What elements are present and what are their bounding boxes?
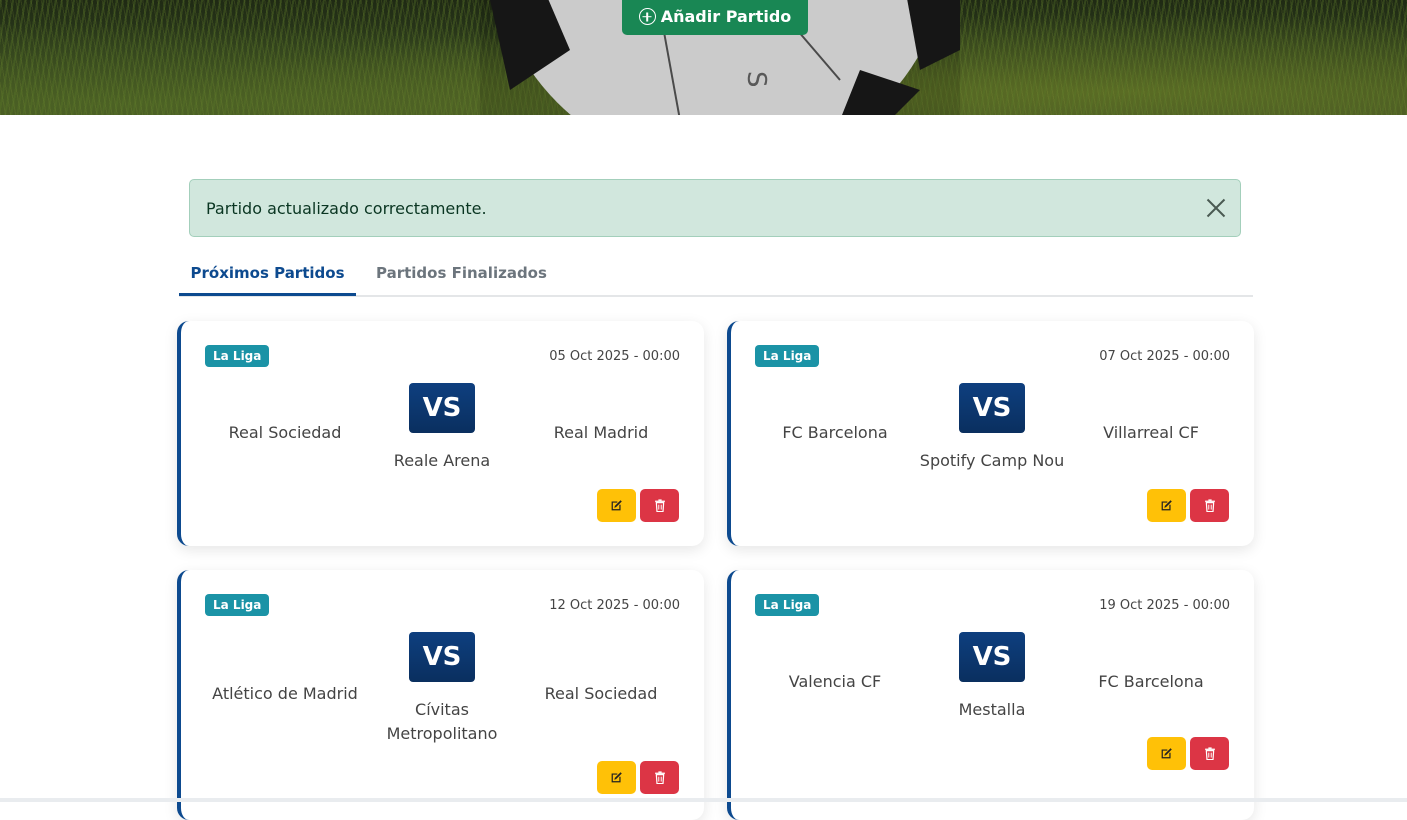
trash-icon xyxy=(1204,499,1215,512)
match-card: La Liga 07 Oct 2025 - 00:00 VS FC Barcel… xyxy=(727,321,1254,546)
window-scrollbar xyxy=(0,798,1407,802)
away-team: Real Sociedad xyxy=(544,684,658,703)
close-icon[interactable] xyxy=(1206,198,1226,218)
add-match-button[interactable]: Añadir Partido xyxy=(622,0,808,35)
match-date: 12 Oct 2025 - 00:00 xyxy=(549,598,680,613)
match-card: La Liga 05 Oct 2025 - 00:00 VS Real Soci… xyxy=(177,321,704,546)
away-team: Real Madrid xyxy=(553,423,649,442)
league-badge: La Liga xyxy=(205,345,270,367)
match-date: 05 Oct 2025 - 00:00 xyxy=(549,349,680,364)
edit-button[interactable] xyxy=(597,489,636,522)
league-badge: La Liga xyxy=(755,594,820,616)
delete-button[interactable] xyxy=(640,761,679,794)
stadium: Reale Arena xyxy=(393,451,491,470)
league-badge: La Liga xyxy=(205,594,270,616)
vs-badge: VS xyxy=(959,383,1025,433)
vs-badge: VS xyxy=(409,632,475,682)
edit-button[interactable] xyxy=(1147,737,1186,770)
delete-button[interactable] xyxy=(1190,737,1229,770)
add-match-label: Añadir Partido xyxy=(660,7,792,26)
trash-icon xyxy=(654,499,665,512)
delete-button[interactable] xyxy=(1190,489,1229,522)
tab-partidos-finalizados[interactable]: Partidos Finalizados xyxy=(376,264,547,282)
home-team: Valencia CF xyxy=(788,672,882,691)
edit-icon xyxy=(1161,500,1172,511)
stadium: Cívitas Metropolitano xyxy=(386,700,498,743)
home-team: Real Sociedad xyxy=(228,423,342,442)
match-card: La Liga 12 Oct 2025 - 00:00 VS Atlético … xyxy=(177,570,704,820)
match-card: La Liga 19 Oct 2025 - 00:00 VS Valencia … xyxy=(727,570,1254,820)
home-team: Atlético de Madrid xyxy=(212,684,358,703)
edit-button[interactable] xyxy=(597,761,636,794)
vs-badge: VS xyxy=(959,632,1025,682)
match-date: 07 Oct 2025 - 00:00 xyxy=(1099,349,1230,364)
home-team: FC Barcelona xyxy=(782,423,888,442)
match-tabs: Próximos Partidos Partidos Finalizados xyxy=(179,254,1253,297)
edit-icon xyxy=(1161,748,1172,759)
hero-banner: S Añadir Partido xyxy=(0,0,1407,115)
edit-icon xyxy=(611,772,622,783)
away-team: Villarreal CF xyxy=(1103,423,1199,442)
league-badge: La Liga xyxy=(755,345,820,367)
edit-button[interactable] xyxy=(1147,489,1186,522)
edit-icon xyxy=(611,500,622,511)
stadium: Mestalla xyxy=(958,700,1026,719)
plus-circle-icon xyxy=(638,8,656,25)
trash-icon xyxy=(1204,747,1215,760)
tab-proximos-partidos[interactable]: Próximos Partidos xyxy=(179,264,356,296)
trash-icon xyxy=(654,771,665,784)
alert-message: Partido actualizado correctamente. xyxy=(206,198,487,218)
away-team: FC Barcelona xyxy=(1098,672,1204,691)
match-date: 19 Oct 2025 - 00:00 xyxy=(1099,598,1230,613)
success-alert: Partido actualizado correctamente. xyxy=(189,179,1241,237)
delete-button[interactable] xyxy=(640,489,679,522)
stadium: Spotify Camp Nou xyxy=(919,451,1065,470)
vs-badge: VS xyxy=(409,383,475,433)
